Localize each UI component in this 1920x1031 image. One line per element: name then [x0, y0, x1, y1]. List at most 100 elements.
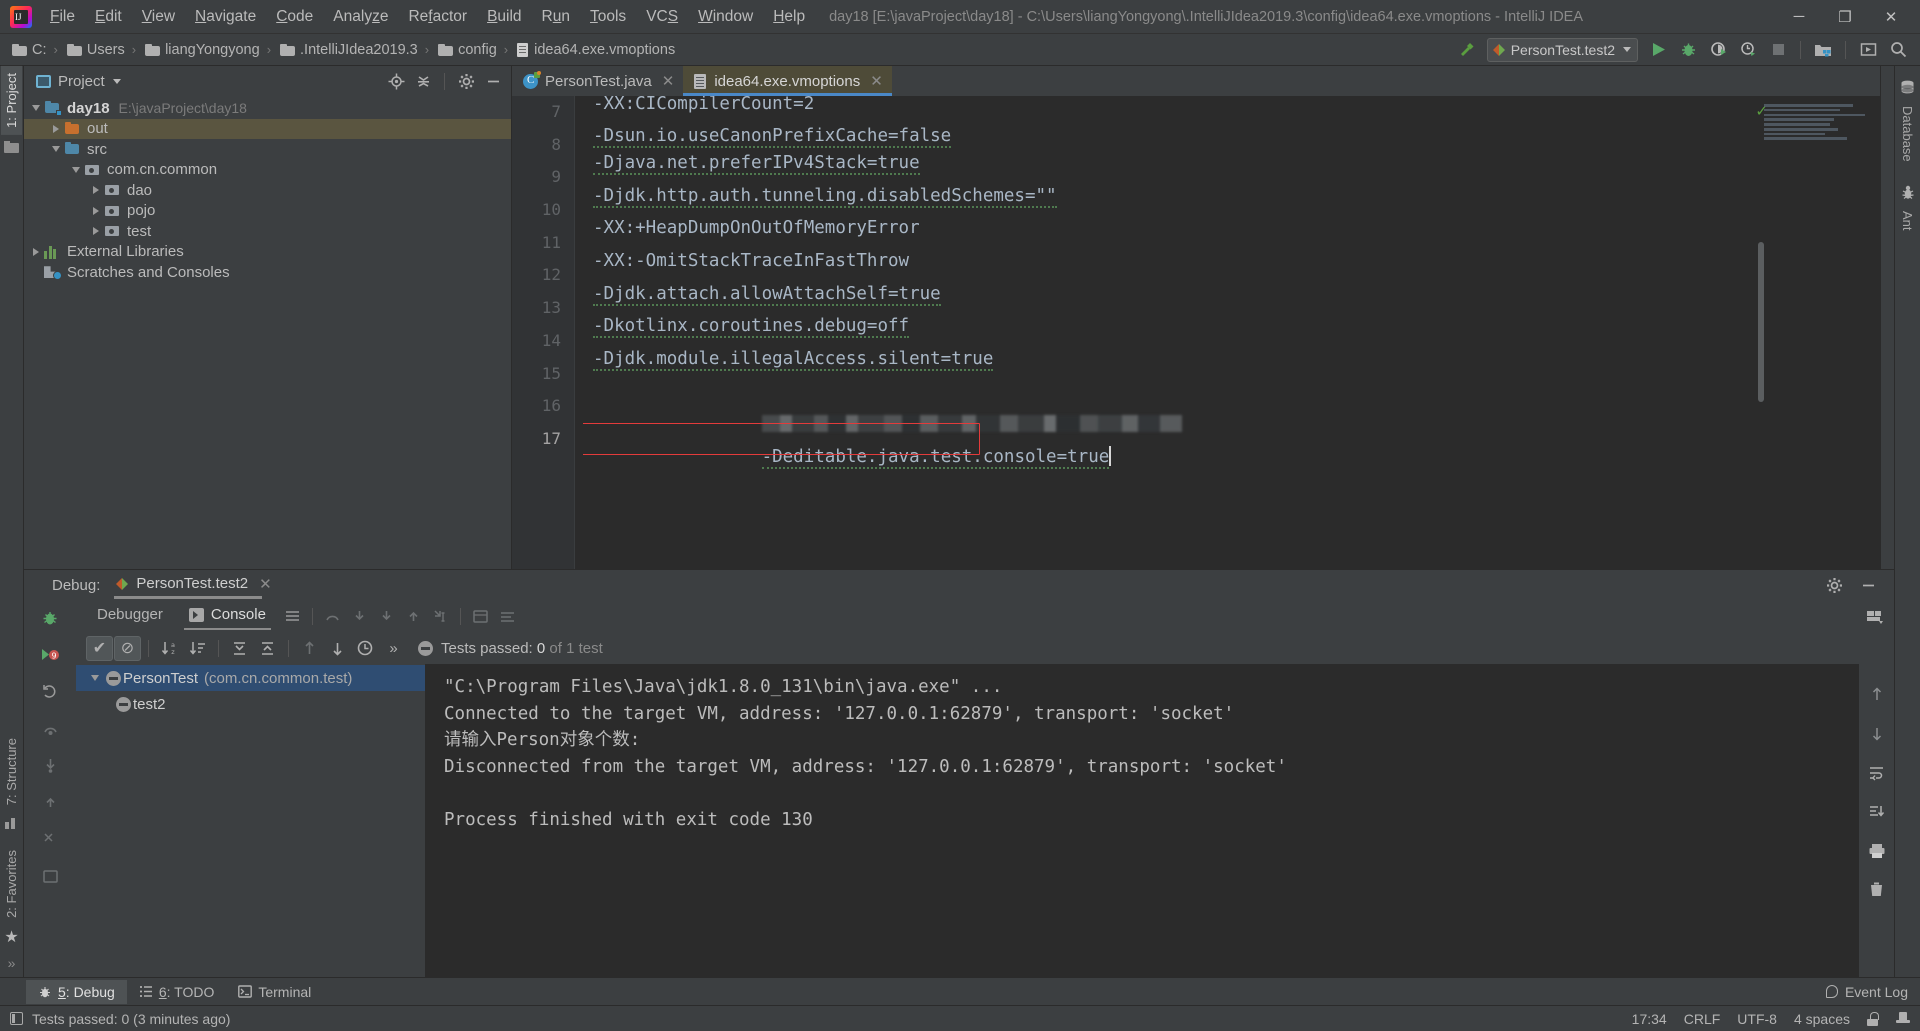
status-indent[interactable]: 4 spaces	[1794, 1011, 1850, 1027]
code-line-7[interactable]: -XX:CICompilerCount=2	[593, 96, 1880, 120]
editor-tab-persontest-java[interactable]: PersonTest.java ✕	[512, 66, 683, 96]
close-icon[interactable]: ✕	[662, 72, 675, 90]
chevron-expanded-icon[interactable]	[28, 100, 44, 116]
step-out-icon[interactable]	[37, 790, 64, 815]
tab-console[interactable]: Console	[176, 602, 279, 630]
step-over-icon[interactable]	[319, 604, 346, 629]
gear-icon[interactable]	[1820, 572, 1848, 598]
more-tool-windows-icon[interactable]: »	[8, 955, 16, 971]
breadcrumb-item-users[interactable]: Users ›	[65, 41, 143, 59]
inspector-hat-icon[interactable]	[1896, 1011, 1910, 1026]
bottom-tab-todo[interactable]: 6: TODO	[127, 980, 227, 1004]
event-log-button[interactable]: Event Log	[1825, 984, 1920, 1000]
run-icon[interactable]	[1644, 37, 1672, 63]
close-icon[interactable]: ✕	[259, 575, 272, 593]
menu-item-run[interactable]: Run	[532, 5, 580, 29]
tree-item-scratches-and-consoles[interactable]: Scratches and Consoles	[24, 262, 511, 283]
debug-session-tab[interactable]: PersonTest.test2 ✕	[114, 572, 277, 599]
console-output[interactable]: "C:\Program Files\Java\jdk1.8.0_131\bin\…	[426, 664, 1858, 977]
project-structure-icon[interactable]	[1809, 37, 1837, 63]
step-over-icon[interactable]	[37, 716, 64, 741]
layout-settings-icon[interactable]	[1861, 604, 1888, 629]
scroll-up-icon[interactable]	[1863, 682, 1890, 707]
sort-alphabetically-icon[interactable]: az	[156, 636, 183, 661]
test-tree-item-test2[interactable]: test2	[76, 691, 425, 717]
tree-item-test[interactable]: test	[24, 221, 511, 242]
sidebar-item-database[interactable]: Database	[1897, 99, 1918, 169]
breadcrumb-item-c[interactable]: C: ›	[10, 41, 65, 59]
code-line-16-redacted[interactable]	[593, 376, 1880, 432]
chevron-collapsed-icon[interactable]	[28, 244, 44, 260]
bottom-tab-terminal[interactable]: Terminal	[226, 980, 323, 1004]
chevron-expanded-icon[interactable]	[68, 162, 84, 178]
step-into-icon[interactable]	[37, 753, 64, 778]
evaluate-expression-icon[interactable]	[467, 604, 494, 629]
gear-icon[interactable]	[454, 69, 478, 93]
step-into-icon[interactable]	[346, 604, 373, 629]
menu-item-edit[interactable]: Edit	[85, 5, 132, 29]
hide-icon[interactable]	[481, 69, 505, 93]
menu-item-window[interactable]: Window	[688, 5, 763, 29]
force-step-into-icon[interactable]	[373, 604, 400, 629]
menu-item-code[interactable]: Code	[266, 5, 323, 29]
clear-all-icon[interactable]	[1863, 877, 1890, 902]
scroll-down-icon[interactable]	[1863, 721, 1890, 746]
more-options-icon[interactable]: »	[380, 636, 407, 661]
maximize-button[interactable]: ❐	[1822, 0, 1868, 34]
show-passed-icon[interactable]: ✔	[86, 635, 113, 661]
step-out-icon[interactable]	[400, 604, 427, 629]
debug-bug-icon[interactable]	[37, 605, 64, 630]
tree-item-external-libraries[interactable]: External Libraries	[24, 242, 511, 263]
menu-item-refactor[interactable]: Refactor	[398, 5, 477, 29]
tree-item-src[interactable]: src	[24, 139, 511, 160]
breadcrumb-item-idea-config-dir[interactable]: .IntelliJIdea2019.3 ›	[278, 41, 436, 59]
status-window-icon[interactable]	[10, 1012, 23, 1025]
previous-failed-icon[interactable]	[296, 636, 323, 661]
search-icon[interactable]	[1884, 37, 1912, 63]
editor-tab-idea64-vmoptions[interactable]: idea64.exe.vmoptions ✕	[683, 66, 892, 96]
lock-icon[interactable]	[1867, 1011, 1879, 1026]
soft-wrap-icon[interactable]	[1863, 760, 1890, 785]
minimize-button[interactable]: ─	[1776, 0, 1822, 34]
chevron-expanded-icon[interactable]	[48, 141, 64, 157]
settings-list-icon[interactable]	[494, 604, 521, 629]
tab-debugger[interactable]: Debugger	[84, 602, 176, 630]
next-failed-icon[interactable]	[324, 636, 351, 661]
tree-item-pojo[interactable]: pojo	[24, 201, 511, 222]
profile-icon[interactable]	[1734, 37, 1762, 63]
breadcrumb-item-vmoptions[interactable]: idea64.exe.vmoptions	[515, 41, 677, 59]
menu-item-analyze[interactable]: Analyze	[323, 5, 398, 29]
close-button[interactable]: ✕	[1868, 0, 1914, 34]
hide-ignored-icon[interactable]: ⊘	[114, 635, 141, 661]
chevron-collapsed-icon[interactable]	[88, 203, 104, 219]
editor-text-area[interactable]: 7 8 9 10 11 12 13 14 15 16 17 -XX:CIComp…	[512, 96, 1880, 569]
tree-item-out[interactable]: out	[24, 118, 511, 139]
chevron-expanded-icon[interactable]	[86, 670, 104, 686]
bottom-tab-debug[interactable]: 5: Debug	[26, 979, 127, 1004]
chevron-collapsed-icon[interactable]	[48, 121, 64, 137]
menu-item-help[interactable]: Help	[763, 5, 815, 29]
evaluate-icon[interactable]	[37, 864, 64, 889]
mute-breakpoints-icon[interactable]	[37, 827, 64, 852]
chevron-down-icon[interactable]	[112, 78, 121, 84]
expand-all-icon[interactable]	[226, 636, 253, 661]
print-icon[interactable]	[1863, 838, 1890, 863]
run-configuration-selector[interactable]: PersonTest.test2	[1486, 37, 1638, 62]
menu-icon[interactable]	[279, 604, 306, 629]
status-line-separator[interactable]: CRLF	[1684, 1011, 1721, 1027]
chevron-collapsed-icon[interactable]	[88, 223, 104, 239]
status-encoding[interactable]: UTF-8	[1737, 1011, 1777, 1027]
menu-item-view[interactable]: View	[132, 5, 185, 29]
tree-item-com-cn-common[interactable]: com.cn.common	[24, 160, 511, 181]
sidebar-item-structure[interactable]: 7: Structure	[1, 731, 22, 812]
scroll-to-end-icon[interactable]	[1863, 799, 1890, 824]
restore-layout-icon[interactable]	[37, 679, 64, 704]
menu-item-navigate[interactable]: Navigate	[185, 5, 266, 29]
breadcrumb-item-config[interactable]: config ›	[436, 41, 515, 59]
run-to-cursor-icon[interactable]	[427, 604, 454, 629]
test-history-icon[interactable]	[352, 636, 379, 661]
editor-code[interactable]: -XX:CICompilerCount=2 -Dsun.io.useCanonP…	[583, 96, 1880, 569]
menu-item-vcs[interactable]: VCS	[636, 5, 688, 29]
tree-item-day18[interactable]: day18 E:\javaProject\day18	[24, 98, 511, 119]
run-with-coverage-icon[interactable]	[1704, 37, 1732, 63]
